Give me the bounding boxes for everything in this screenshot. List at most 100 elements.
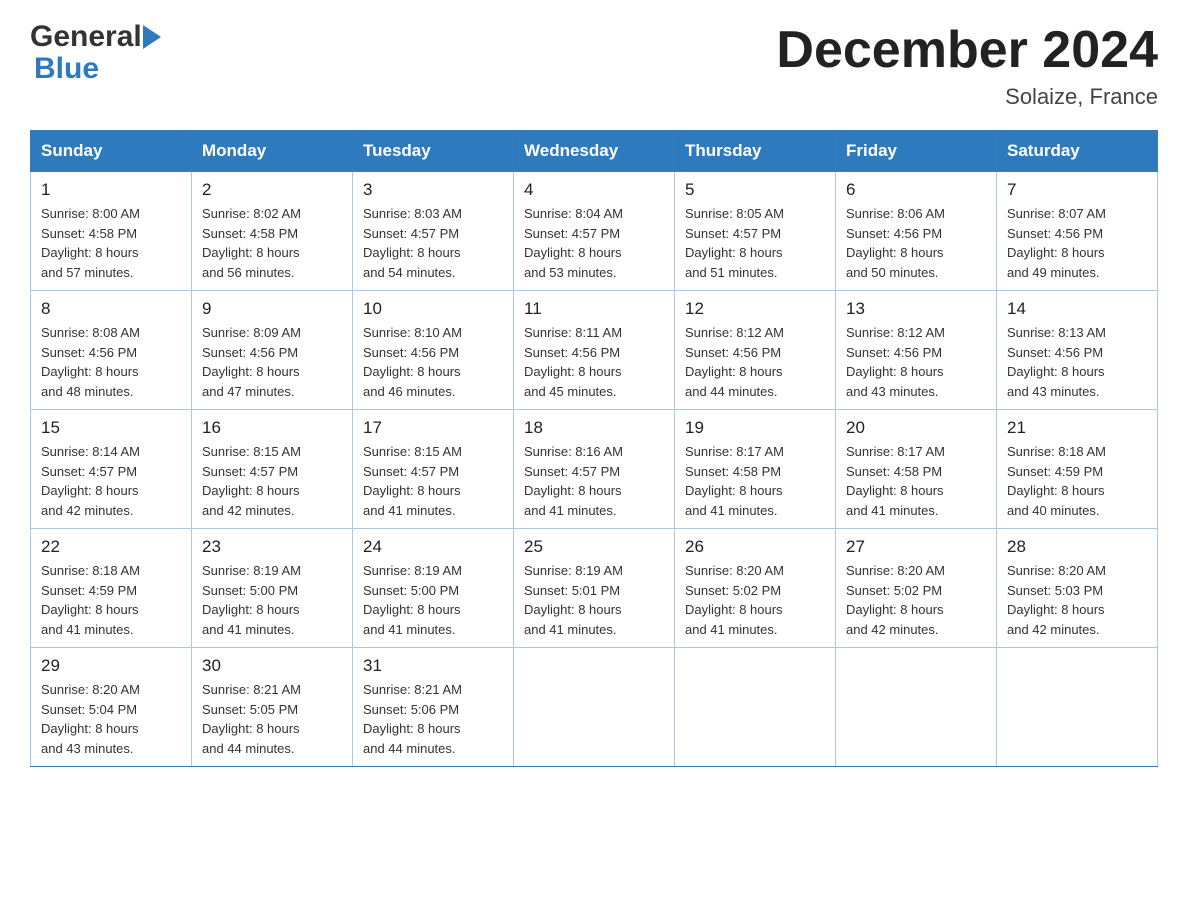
calendar-cell: 30 Sunrise: 8:21 AM Sunset: 5:05 PM Dayl… xyxy=(192,648,353,767)
day-number: 21 xyxy=(1007,418,1147,438)
day-number: 12 xyxy=(685,299,825,319)
day-number: 31 xyxy=(363,656,503,676)
calendar-cell xyxy=(675,648,836,767)
calendar-cell: 7 Sunrise: 8:07 AM Sunset: 4:56 PM Dayli… xyxy=(997,172,1158,291)
calendar-cell: 21 Sunrise: 8:18 AM Sunset: 4:59 PM Dayl… xyxy=(997,410,1158,529)
calendar-week-row: 22 Sunrise: 8:18 AM Sunset: 4:59 PM Dayl… xyxy=(31,529,1158,648)
day-number: 23 xyxy=(202,537,342,557)
calendar-header-saturday: Saturday xyxy=(997,131,1158,172)
day-info: Sunrise: 8:16 AM Sunset: 4:57 PM Dayligh… xyxy=(524,442,664,520)
calendar-cell: 9 Sunrise: 8:09 AM Sunset: 4:56 PM Dayli… xyxy=(192,291,353,410)
day-number: 18 xyxy=(524,418,664,438)
logo-triangle-icon xyxy=(143,25,161,49)
day-number: 20 xyxy=(846,418,986,438)
day-number: 28 xyxy=(1007,537,1147,557)
day-info: Sunrise: 8:19 AM Sunset: 5:00 PM Dayligh… xyxy=(202,561,342,639)
day-info: Sunrise: 8:04 AM Sunset: 4:57 PM Dayligh… xyxy=(524,204,664,282)
calendar-header-friday: Friday xyxy=(836,131,997,172)
day-number: 4 xyxy=(524,180,664,200)
day-info: Sunrise: 8:06 AM Sunset: 4:56 PM Dayligh… xyxy=(846,204,986,282)
subtitle: Solaize, France xyxy=(776,84,1158,110)
calendar-cell: 25 Sunrise: 8:19 AM Sunset: 5:01 PM Dayl… xyxy=(514,529,675,648)
calendar-cell: 31 Sunrise: 8:21 AM Sunset: 5:06 PM Dayl… xyxy=(353,648,514,767)
day-info: Sunrise: 8:11 AM Sunset: 4:56 PM Dayligh… xyxy=(524,323,664,401)
day-number: 26 xyxy=(685,537,825,557)
calendar-week-row: 8 Sunrise: 8:08 AM Sunset: 4:56 PM Dayli… xyxy=(31,291,1158,410)
day-number: 13 xyxy=(846,299,986,319)
day-number: 10 xyxy=(363,299,503,319)
day-info: Sunrise: 8:20 AM Sunset: 5:04 PM Dayligh… xyxy=(41,680,181,758)
day-number: 16 xyxy=(202,418,342,438)
calendar-cell: 27 Sunrise: 8:20 AM Sunset: 5:02 PM Dayl… xyxy=(836,529,997,648)
day-info: Sunrise: 8:03 AM Sunset: 4:57 PM Dayligh… xyxy=(363,204,503,282)
calendar-cell: 14 Sunrise: 8:13 AM Sunset: 4:56 PM Dayl… xyxy=(997,291,1158,410)
day-info: Sunrise: 8:15 AM Sunset: 4:57 PM Dayligh… xyxy=(363,442,503,520)
calendar-cell: 15 Sunrise: 8:14 AM Sunset: 4:57 PM Dayl… xyxy=(31,410,192,529)
day-number: 29 xyxy=(41,656,181,676)
day-number: 14 xyxy=(1007,299,1147,319)
day-info: Sunrise: 8:12 AM Sunset: 4:56 PM Dayligh… xyxy=(846,323,986,401)
day-info: Sunrise: 8:17 AM Sunset: 4:58 PM Dayligh… xyxy=(685,442,825,520)
calendar-cell xyxy=(836,648,997,767)
logo: General Blue xyxy=(30,20,161,86)
calendar-cell: 19 Sunrise: 8:17 AM Sunset: 4:58 PM Dayl… xyxy=(675,410,836,529)
day-number: 11 xyxy=(524,299,664,319)
day-number: 7 xyxy=(1007,180,1147,200)
day-number: 17 xyxy=(363,418,503,438)
day-info: Sunrise: 8:08 AM Sunset: 4:56 PM Dayligh… xyxy=(41,323,181,401)
title-block: December 2024 Solaize, France xyxy=(776,20,1158,110)
calendar-cell: 17 Sunrise: 8:15 AM Sunset: 4:57 PM Dayl… xyxy=(353,410,514,529)
calendar-cell: 4 Sunrise: 8:04 AM Sunset: 4:57 PM Dayli… xyxy=(514,172,675,291)
day-info: Sunrise: 8:19 AM Sunset: 5:01 PM Dayligh… xyxy=(524,561,664,639)
day-number: 19 xyxy=(685,418,825,438)
calendar-cell: 3 Sunrise: 8:03 AM Sunset: 4:57 PM Dayli… xyxy=(353,172,514,291)
day-info: Sunrise: 8:10 AM Sunset: 4:56 PM Dayligh… xyxy=(363,323,503,401)
calendar-header-sunday: Sunday xyxy=(31,131,192,172)
day-info: Sunrise: 8:18 AM Sunset: 4:59 PM Dayligh… xyxy=(1007,442,1147,520)
calendar-header-thursday: Thursday xyxy=(675,131,836,172)
day-number: 22 xyxy=(41,537,181,557)
day-info: Sunrise: 8:21 AM Sunset: 5:05 PM Dayligh… xyxy=(202,680,342,758)
logo-general-text: General xyxy=(30,20,142,54)
day-number: 1 xyxy=(41,180,181,200)
day-info: Sunrise: 8:20 AM Sunset: 5:03 PM Dayligh… xyxy=(1007,561,1147,639)
calendar-cell xyxy=(514,648,675,767)
calendar-week-row: 15 Sunrise: 8:14 AM Sunset: 4:57 PM Dayl… xyxy=(31,410,1158,529)
calendar-cell: 12 Sunrise: 8:12 AM Sunset: 4:56 PM Dayl… xyxy=(675,291,836,410)
day-info: Sunrise: 8:21 AM Sunset: 5:06 PM Dayligh… xyxy=(363,680,503,758)
day-number: 25 xyxy=(524,537,664,557)
calendar-cell: 11 Sunrise: 8:11 AM Sunset: 4:56 PM Dayl… xyxy=(514,291,675,410)
calendar-cell: 26 Sunrise: 8:20 AM Sunset: 5:02 PM Dayl… xyxy=(675,529,836,648)
calendar-cell: 28 Sunrise: 8:20 AM Sunset: 5:03 PM Dayl… xyxy=(997,529,1158,648)
calendar-cell: 13 Sunrise: 8:12 AM Sunset: 4:56 PM Dayl… xyxy=(836,291,997,410)
day-info: Sunrise: 8:20 AM Sunset: 5:02 PM Dayligh… xyxy=(846,561,986,639)
day-number: 5 xyxy=(685,180,825,200)
logo-blue-text: Blue xyxy=(30,52,161,86)
day-info: Sunrise: 8:19 AM Sunset: 5:00 PM Dayligh… xyxy=(363,561,503,639)
day-number: 8 xyxy=(41,299,181,319)
calendar-cell: 22 Sunrise: 8:18 AM Sunset: 4:59 PM Dayl… xyxy=(31,529,192,648)
day-info: Sunrise: 8:13 AM Sunset: 4:56 PM Dayligh… xyxy=(1007,323,1147,401)
calendar-cell: 24 Sunrise: 8:19 AM Sunset: 5:00 PM Dayl… xyxy=(353,529,514,648)
day-info: Sunrise: 8:17 AM Sunset: 4:58 PM Dayligh… xyxy=(846,442,986,520)
day-number: 24 xyxy=(363,537,503,557)
day-number: 30 xyxy=(202,656,342,676)
day-info: Sunrise: 8:15 AM Sunset: 4:57 PM Dayligh… xyxy=(202,442,342,520)
page-header: General Blue December 2024 Solaize, Fran… xyxy=(30,20,1158,110)
calendar-cell: 16 Sunrise: 8:15 AM Sunset: 4:57 PM Dayl… xyxy=(192,410,353,529)
calendar-week-row: 1 Sunrise: 8:00 AM Sunset: 4:58 PM Dayli… xyxy=(31,172,1158,291)
calendar-table: SundayMondayTuesdayWednesdayThursdayFrid… xyxy=(30,130,1158,767)
calendar-cell: 29 Sunrise: 8:20 AM Sunset: 5:04 PM Dayl… xyxy=(31,648,192,767)
calendar-cell: 18 Sunrise: 8:16 AM Sunset: 4:57 PM Dayl… xyxy=(514,410,675,529)
calendar-cell: 1 Sunrise: 8:00 AM Sunset: 4:58 PM Dayli… xyxy=(31,172,192,291)
day-number: 9 xyxy=(202,299,342,319)
day-info: Sunrise: 8:09 AM Sunset: 4:56 PM Dayligh… xyxy=(202,323,342,401)
day-info: Sunrise: 8:20 AM Sunset: 5:02 PM Dayligh… xyxy=(685,561,825,639)
day-number: 6 xyxy=(846,180,986,200)
calendar-cell: 6 Sunrise: 8:06 AM Sunset: 4:56 PM Dayli… xyxy=(836,172,997,291)
day-info: Sunrise: 8:02 AM Sunset: 4:58 PM Dayligh… xyxy=(202,204,342,282)
day-number: 27 xyxy=(846,537,986,557)
calendar-header-row: SundayMondayTuesdayWednesdayThursdayFrid… xyxy=(31,131,1158,172)
calendar-header-wednesday: Wednesday xyxy=(514,131,675,172)
day-info: Sunrise: 8:07 AM Sunset: 4:56 PM Dayligh… xyxy=(1007,204,1147,282)
